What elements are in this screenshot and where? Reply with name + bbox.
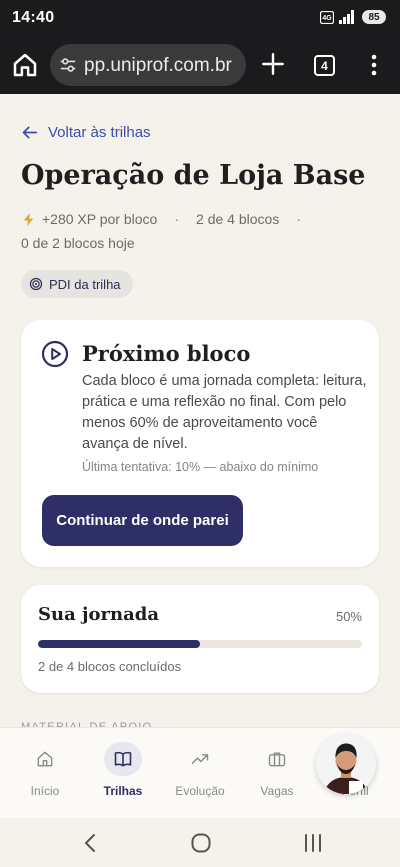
back-to-tracks-link[interactable]: Voltar às trilhas — [21, 124, 151, 141]
nav-label: Início — [30, 784, 60, 798]
last-attempt-text: Última tentativa: 10% — abaixo do mínimo — [82, 460, 319, 474]
nav-label: Vagas — [260, 784, 294, 798]
status-time: 14:40 — [12, 9, 55, 26]
home-icon — [37, 751, 53, 767]
nav-item-vagas[interactable]: Vagas — [238, 728, 316, 819]
page-title: Operação de Loja Base — [21, 160, 366, 191]
url-text: pp.uniprof.com.br — [84, 55, 232, 76]
new-tab-icon[interactable] — [260, 51, 286, 77]
blocks-today: 0 de 2 blocos hoje — [21, 235, 135, 251]
next-block-title: Próximo bloco — [82, 341, 251, 366]
status-icons: 4G 85 — [320, 10, 386, 24]
pdi-chip[interactable]: PDI da trilha — [21, 270, 133, 298]
data-indicator-icon: 4G — [320, 10, 334, 24]
signal-icon — [339, 10, 357, 24]
status-bar: 14:40 4G 85 — [0, 0, 400, 36]
back-link-label: Voltar às trilhas — [48, 124, 151, 141]
next-block-description: Cada bloco é uma jornada completa: leitu… — [82, 373, 367, 452]
briefcase-icon — [268, 752, 286, 767]
home-icon[interactable] — [10, 50, 40, 80]
more-vert-icon[interactable] — [366, 52, 382, 78]
xp-per-block: +280 XP por bloco — [42, 211, 158, 227]
home-circle-icon[interactable] — [190, 832, 212, 854]
nav-item-trilhas[interactable]: Trilhas — [84, 728, 162, 819]
blocks-progress: 2 de 4 blocos — [196, 211, 280, 227]
browser-toolbar: pp.uniprof.com.br 4 — [0, 36, 400, 94]
profile-photo — [316, 734, 376, 794]
back-icon[interactable] — [80, 832, 100, 854]
journey-card: Sua jornada 50% 2 de 4 blocos concluídos — [21, 585, 379, 693]
journey-title: Sua jornada — [38, 604, 160, 625]
continue-button[interactable]: Continuar de onde parei — [42, 495, 243, 546]
battery-icon: 85 — [362, 10, 386, 24]
meta-separator: · — [174, 211, 180, 227]
track-meta: +280 XP por bloco · 2 de 4 blocos · — [21, 211, 318, 227]
address-bar[interactable]: pp.uniprof.com.br — [50, 44, 246, 86]
target-icon — [29, 277, 43, 291]
arrow-left-icon — [22, 126, 38, 139]
nav-label: Evolução — [175, 784, 225, 798]
journey-summary: 2 de 4 blocos concluídos — [38, 659, 182, 674]
tab-switcher-button[interactable]: 4 — [314, 55, 335, 76]
site-settings-icon[interactable] — [59, 56, 77, 74]
pdi-chip-label: PDI da trilha — [49, 276, 121, 292]
nav-item-inicio[interactable]: Início — [6, 728, 84, 819]
book-icon — [114, 751, 132, 767]
nav-item-evolucao[interactable]: Evolução — [161, 728, 239, 819]
svg-text:4G: 4G — [322, 15, 332, 22]
journey-progress-bar — [38, 640, 362, 648]
system-nav-bar — [0, 818, 400, 867]
play-circle-icon — [41, 340, 69, 368]
journey-percent: 50% — [335, 609, 362, 624]
lightning-icon — [23, 212, 34, 226]
nav-label: Trilhas — [103, 784, 143, 798]
meta-separator: · — [296, 211, 301, 227]
recent-apps-icon[interactable] — [302, 833, 324, 853]
journey-progress-fill — [38, 640, 200, 648]
next-block-card: Próximo bloco Cada bloco é uma jornada c… — [21, 320, 379, 567]
avatar[interactable] — [316, 734, 376, 794]
trending-up-icon — [191, 754, 209, 764]
